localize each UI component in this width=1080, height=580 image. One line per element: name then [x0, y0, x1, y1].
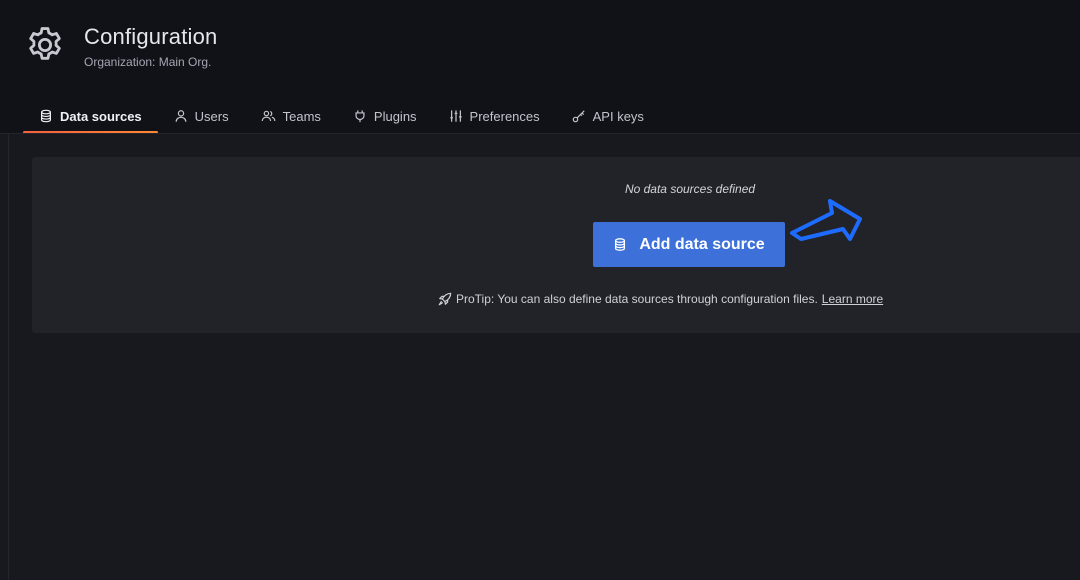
content-left-border — [8, 134, 9, 580]
protip-text: ProTip: You can also define data sources… — [456, 292, 818, 306]
tab-label: Plugins — [373, 108, 417, 124]
key-icon — [572, 110, 585, 123]
tab-preferences[interactable]: Preferences — [433, 100, 556, 132]
tab-label: Users — [194, 108, 229, 124]
tab-users[interactable]: Users — [158, 100, 245, 132]
sliders-icon — [449, 110, 462, 122]
empty-state-panel — [32, 157, 1080, 333]
tab-label: Preferences — [469, 108, 540, 124]
protip: ProTip: You can also define data sources… — [438, 292, 883, 306]
gear-icon — [29, 27, 61, 60]
learn-more-link[interactable]: Learn more — [822, 292, 883, 306]
tab-plugins[interactable]: Plugins — [337, 100, 433, 132]
tab-bar: Data sources Users Teams Plugins Prefere… — [23, 100, 660, 134]
empty-state-message: No data sources defined — [624, 182, 756, 196]
page-subtitle: Organization: Main Org. — [84, 55, 212, 69]
database-icon — [615, 238, 626, 251]
tab-label: Data sources — [60, 108, 142, 124]
database-icon — [41, 109, 51, 123]
add-data-source-button[interactable]: Add data source — [593, 222, 785, 267]
page-title: Configuration — [84, 24, 218, 49]
plug-icon — [355, 110, 365, 123]
rocket-icon — [438, 292, 452, 306]
tab-label: Teams — [282, 108, 321, 124]
tab-api-keys[interactable]: API keys — [556, 100, 660, 132]
page-header: Configuration Organization: Main Org. Da… — [0, 0, 1080, 134]
users-icon — [261, 110, 275, 122]
tab-data-sources[interactable]: Data sources — [23, 100, 158, 134]
annotation-arrow-icon — [790, 199, 862, 241]
add-data-source-label: Add data source — [639, 235, 765, 253]
tab-label: API keys — [592, 108, 644, 124]
user-icon — [175, 110, 187, 122]
tab-teams[interactable]: Teams — [245, 100, 337, 132]
